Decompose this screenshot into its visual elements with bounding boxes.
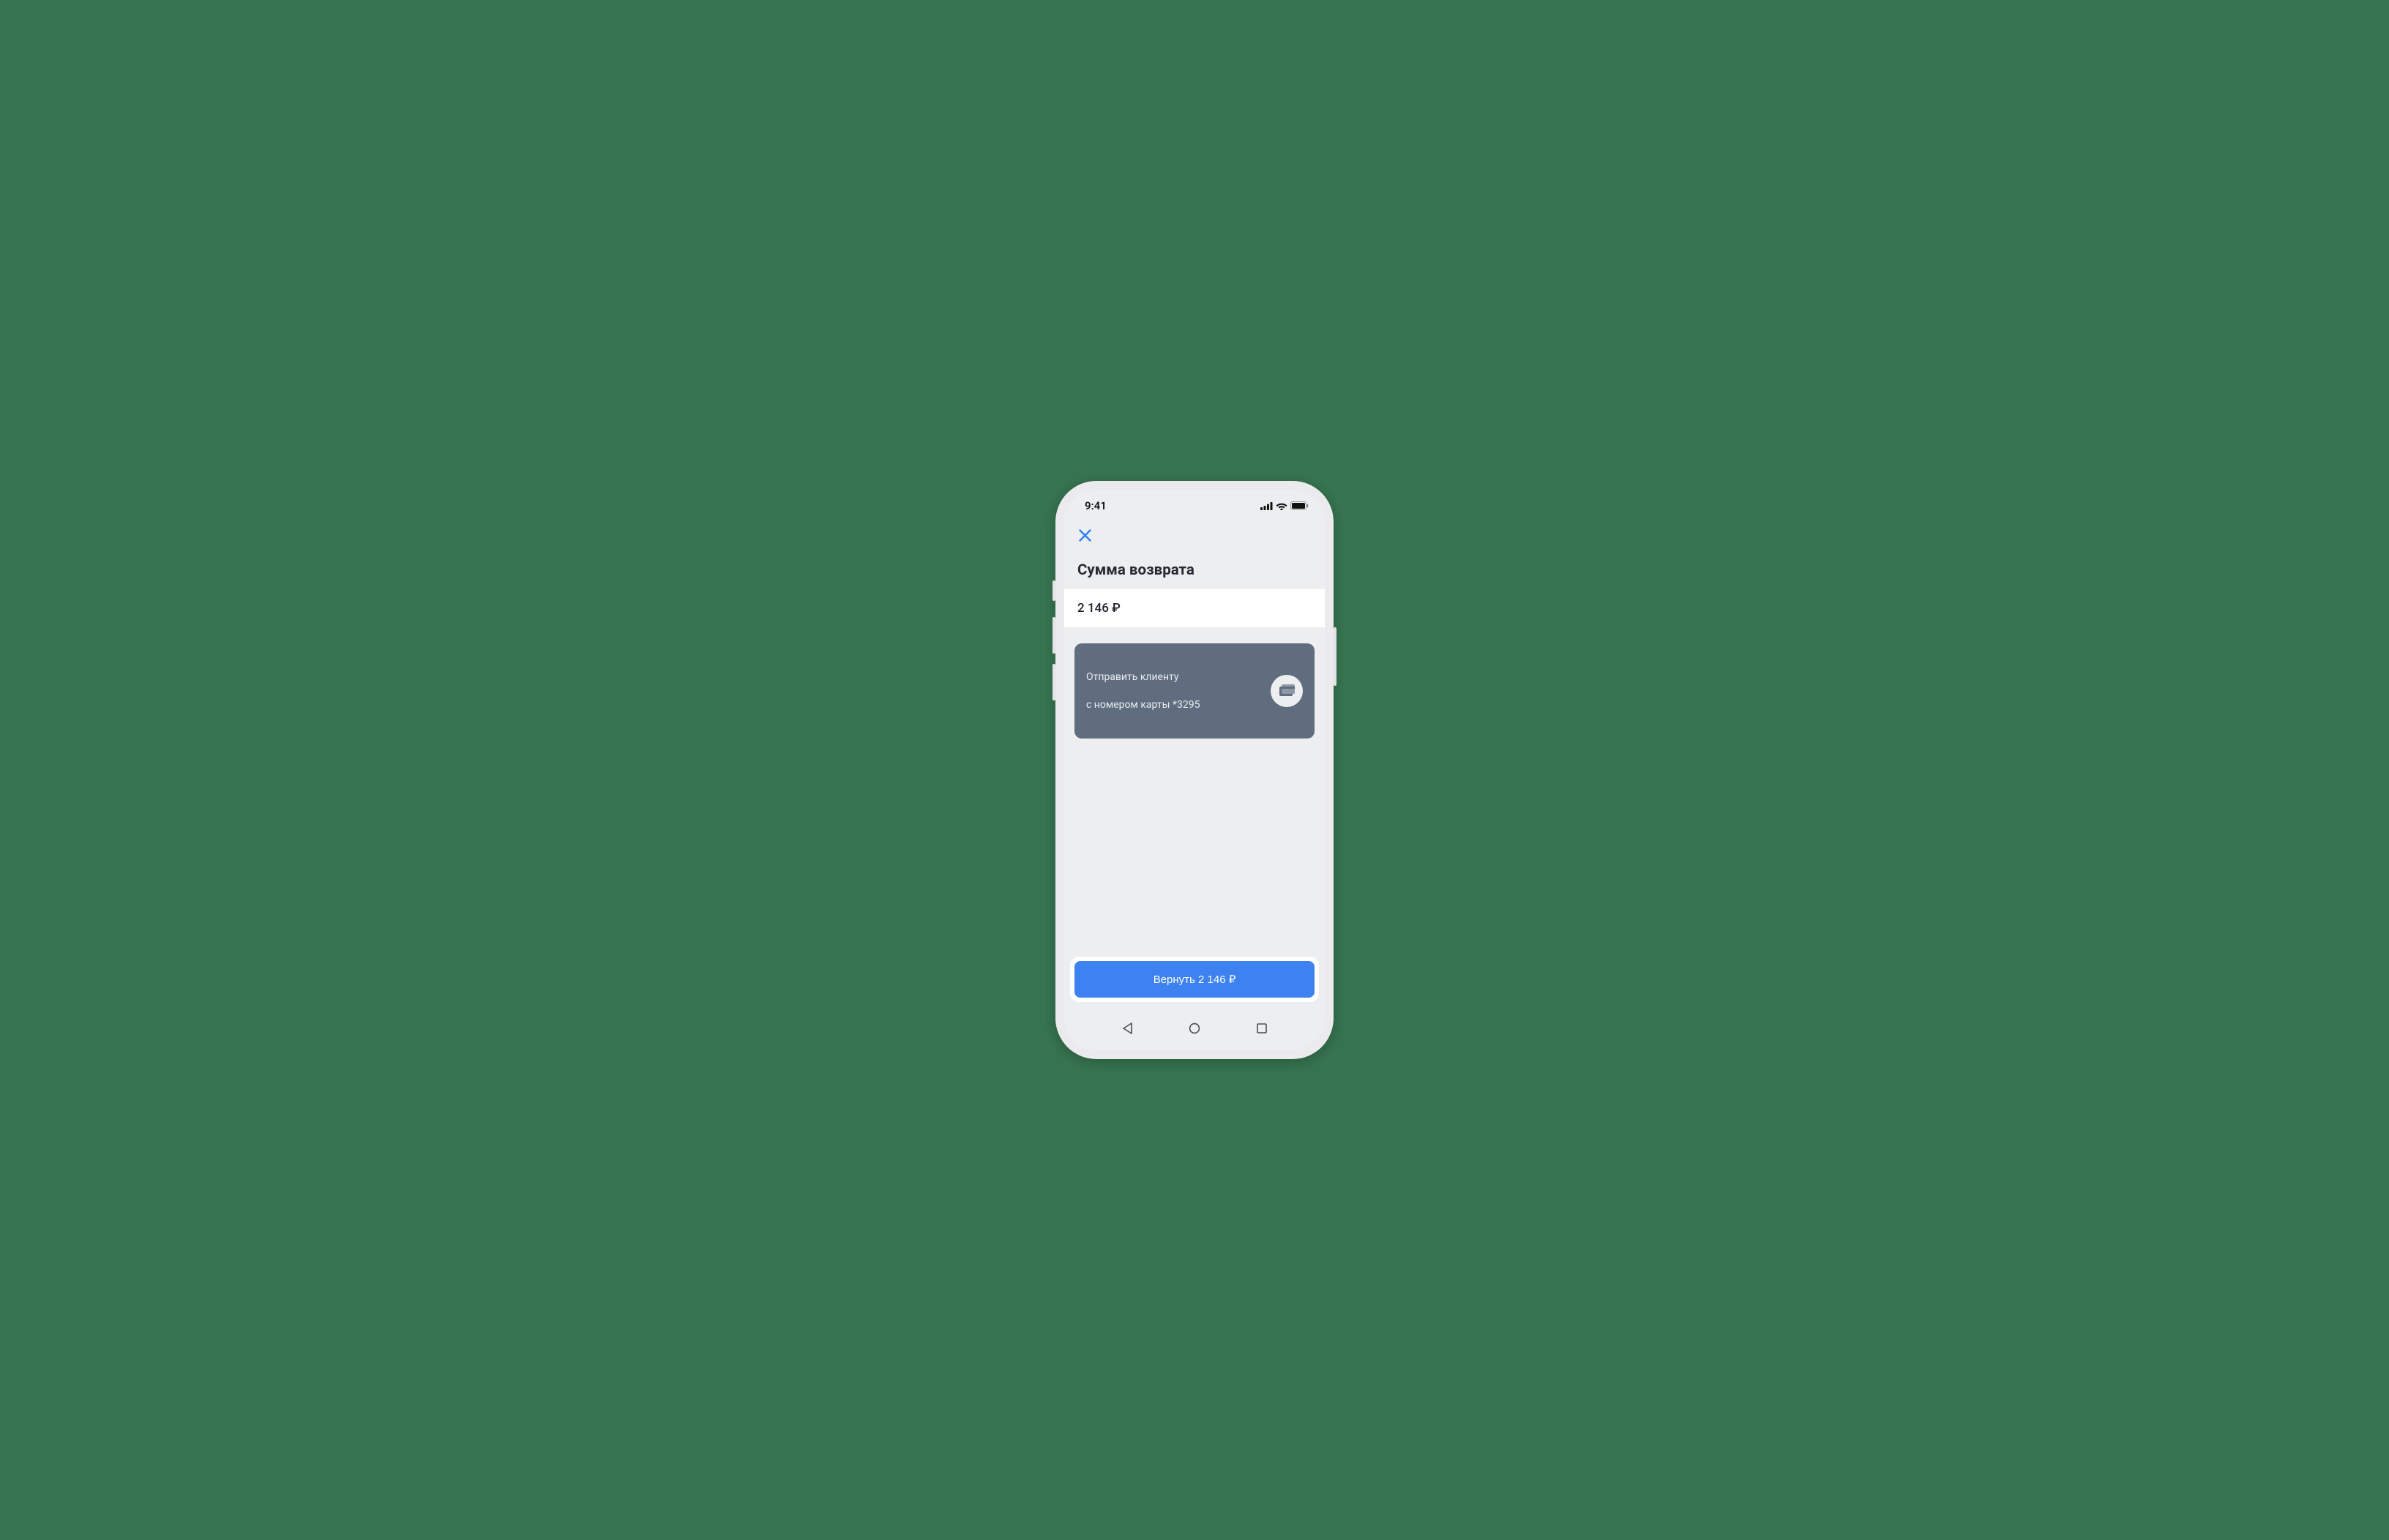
volume-up-button bbox=[1053, 617, 1055, 654]
screen: 9:41 Сумма возврата 2 146 ₽ bbox=[1064, 490, 1325, 1050]
card-icon bbox=[1271, 675, 1303, 707]
recipient-card[interactable]: Отправить клиенту с номером карты *3295 bbox=[1074, 643, 1315, 739]
nav-back-button[interactable] bbox=[1117, 1018, 1137, 1039]
side-button bbox=[1053, 580, 1055, 601]
power-button bbox=[1334, 627, 1336, 686]
wifi-icon bbox=[1276, 501, 1287, 510]
amount-input[interactable]: 2 146 ₽ bbox=[1064, 589, 1325, 627]
status-time: 9:41 bbox=[1085, 499, 1107, 512]
battery-icon bbox=[1290, 501, 1309, 510]
square-recent-icon bbox=[1257, 1023, 1267, 1033]
amount-value: 2 146 ₽ bbox=[1077, 601, 1121, 616]
recipient-line2: с номером карты *3295 bbox=[1086, 698, 1200, 712]
nav-bar bbox=[1064, 522, 1325, 545]
nav-home-button[interactable] bbox=[1184, 1018, 1205, 1039]
volume-down-button bbox=[1053, 664, 1055, 700]
close-button[interactable] bbox=[1074, 525, 1095, 545]
status-bar: 9:41 bbox=[1064, 490, 1325, 522]
refund-button[interactable]: Вернуть 2 146 ₽ bbox=[1074, 961, 1315, 998]
phone-frame: 9:41 Сумма возврата 2 146 ₽ bbox=[1055, 481, 1334, 1059]
page-title: Сумма возврата bbox=[1064, 545, 1325, 589]
circle-home-icon bbox=[1189, 1023, 1200, 1034]
spacer bbox=[1064, 739, 1325, 957]
android-nav-bar bbox=[1064, 1009, 1325, 1050]
content: Сумма возврата 2 146 ₽ Отправить клиенту… bbox=[1064, 545, 1325, 1009]
cellular-signal-icon bbox=[1260, 502, 1273, 510]
recipient-text: Отправить клиенту с номером карты *3295 bbox=[1086, 657, 1200, 725]
status-right bbox=[1260, 501, 1309, 510]
close-icon bbox=[1079, 529, 1091, 542]
primary-button-container: Вернуть 2 146 ₽ bbox=[1070, 957, 1319, 1002]
nav-recent-button[interactable] bbox=[1252, 1018, 1272, 1039]
triangle-back-icon bbox=[1122, 1023, 1133, 1034]
recipient-line1: Отправить клиенту bbox=[1086, 670, 1200, 684]
